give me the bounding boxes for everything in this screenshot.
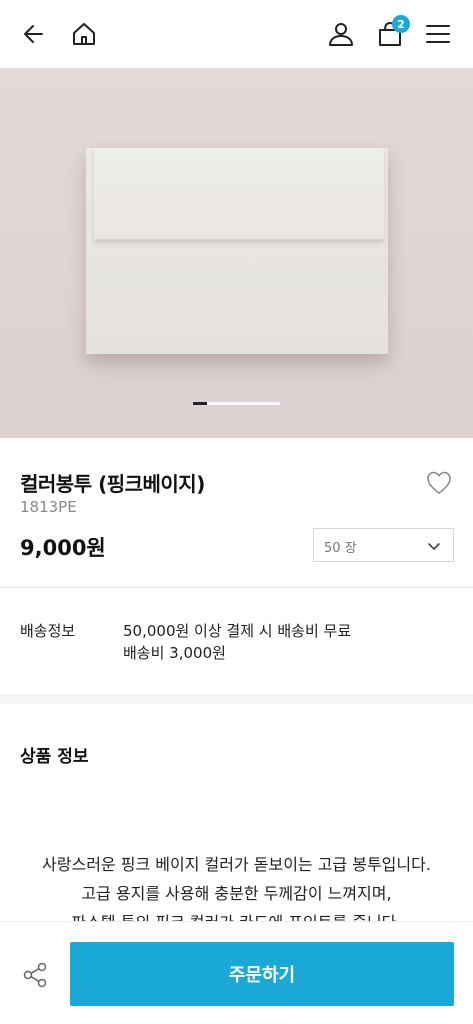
menu-button[interactable]: [418, 14, 458, 54]
home-button[interactable]: [64, 14, 104, 54]
product-image-carousel[interactable]: [0, 68, 473, 438]
envelope-flap: [94, 148, 384, 240]
top-header: 2: [0, 0, 473, 68]
shipping-fee: 배송비 3,000원: [123, 644, 226, 662]
quantity-select[interactable]: 50 장: [313, 528, 454, 562]
heart-outline-icon: [427, 471, 451, 494]
description-line: 고급 용지를 사용해 충분한 두께감이 느껴지며,: [81, 884, 392, 903]
shipping-label: 배송정보: [20, 622, 76, 640]
share-button[interactable]: [20, 960, 50, 990]
product-name: 컬러봉투 (핑크베이지): [20, 472, 205, 496]
wishlist-button[interactable]: [424, 468, 454, 496]
product-code: 1813PE: [20, 498, 77, 516]
envelope-product-image: [86, 148, 388, 354]
hamburger-menu-icon: [426, 25, 450, 43]
account-button[interactable]: [321, 14, 361, 54]
back-button[interactable]: [14, 14, 54, 54]
chevron-down-icon: [428, 543, 440, 550]
section-separator: [0, 694, 473, 704]
home-icon: [73, 23, 95, 45]
bottom-action-bar: 주문하기: [0, 921, 473, 1024]
cart-count-badge: 2: [392, 15, 410, 33]
share-icon: [23, 962, 47, 988]
product-details-title: 상품 정보: [20, 747, 89, 767]
carousel-pager-indicator: [193, 402, 207, 405]
arrow-left-icon: [24, 25, 43, 43]
order-button[interactable]: 주문하기: [70, 942, 454, 1006]
description-line: 사랑스러운 핑크 베이지 컬러가 돋보이는 고급 봉투입니다.: [42, 855, 431, 874]
quantity-selected-value: 50 장: [324, 541, 357, 556]
shipping-free-condition: 50,000원 이상 결제 시 배송비 무료: [123, 622, 352, 640]
user-icon: [329, 23, 353, 46]
cart-button[interactable]: 2: [370, 14, 410, 54]
product-price: 9,000원: [20, 536, 106, 560]
divider: [0, 587, 473, 588]
